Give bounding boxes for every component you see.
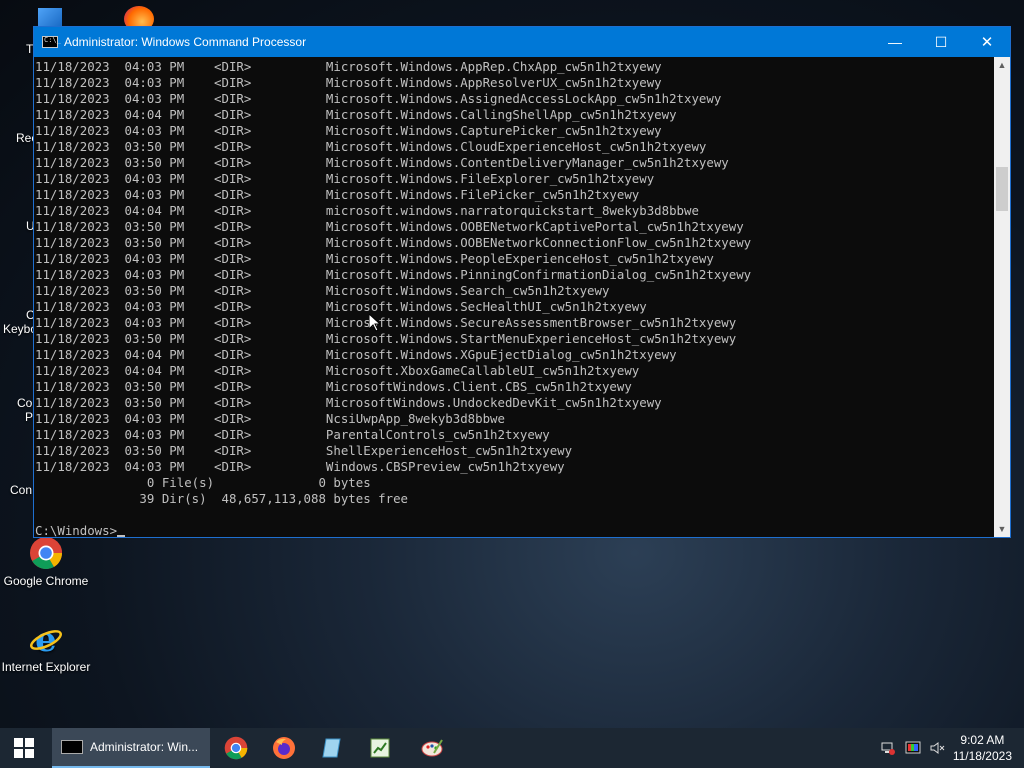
maximize-button[interactable]: ☐ — [918, 27, 964, 57]
console-line: 11/18/2023 04:03 PM <DIR> Microsoft.Wind… — [35, 315, 737, 330]
console-line: 11/18/2023 04:03 PM <DIR> Microsoft.Wind… — [35, 123, 662, 138]
desktop-label-partial: Keybo — [3, 322, 38, 336]
tray-network-icon[interactable] — [878, 728, 898, 768]
internet-explorer-icon: e — [29, 620, 63, 660]
console-line: 11/18/2023 04:03 PM <DIR> Windows.CBSPre… — [35, 459, 565, 474]
start-button[interactable] — [0, 728, 48, 768]
console-output[interactable]: 11/18/2023 04:03 PM <DIR> Microsoft.Wind… — [34, 57, 994, 537]
chrome-icon — [29, 536, 63, 570]
taskbar-item-cmd[interactable]: Administrator: Win... — [52, 728, 210, 768]
desktop-label-partial: P — [25, 410, 34, 424]
console-line: 11/18/2023 03:50 PM <DIR> ShellExperienc… — [35, 443, 573, 458]
console-line: 11/18/2023 04:03 PM <DIR> Microsoft.Wind… — [35, 251, 714, 266]
console-line: 11/18/2023 04:03 PM <DIR> NcsiUwpApp_8we… — [35, 411, 505, 426]
taskbar-pin-chrome[interactable] — [212, 728, 260, 768]
minimize-button[interactable]: — — [872, 27, 918, 57]
vertical-scrollbar[interactable]: ▲ ▼ — [994, 57, 1010, 537]
paint-icon — [421, 739, 443, 757]
console-line: 11/18/2023 04:03 PM <DIR> Microsoft.Wind… — [35, 59, 662, 74]
taskbar-pin-notepad-plus-plus[interactable] — [308, 728, 356, 768]
desktop-icon-label: Google Chrome — [3, 574, 89, 588]
desktop-icon-internet-explorer[interactable]: e Internet Explorer — [0, 620, 92, 674]
console-line: 11/18/2023 04:04 PM <DIR> Microsoft.Wind… — [35, 107, 677, 122]
clock-time: 9:02 AM — [960, 733, 1005, 747]
desktop-label-partial: Co — [17, 396, 33, 410]
spreadsheet-icon — [370, 738, 390, 758]
console-line: 11/18/2023 04:04 PM <DIR> Microsoft.Wind… — [35, 347, 677, 362]
taskbar-pin-spreadsheet[interactable] — [356, 728, 404, 768]
desktop-icon-chrome[interactable]: Google Chrome — [0, 536, 92, 588]
console-line: 39 Dir(s) 48,657,113,088 bytes free — [35, 491, 408, 506]
console-line: 11/18/2023 04:03 PM <DIR> Microsoft.Wind… — [35, 91, 722, 106]
close-button[interactable]: ✕ — [964, 27, 1010, 57]
scroll-down-arrow-icon[interactable]: ▼ — [994, 521, 1010, 537]
console-prompt-line: C:\Windows> — [35, 523, 118, 537]
taskbar-item-label: Administrator: Win... — [90, 740, 199, 754]
scrollbar-thumb[interactable] — [996, 167, 1008, 211]
windows-logo-icon — [14, 738, 34, 758]
console-line: 11/18/2023 03:50 PM <DIR> Microsoft.Wind… — [35, 139, 707, 154]
console-line: 0 File(s) 0 bytes — [35, 475, 371, 490]
console-line: 11/18/2023 03:50 PM <DIR> Microsoft.Wind… — [35, 283, 610, 298]
console-line: 11/18/2023 03:50 PM <DIR> Microsoft.Wind… — [35, 235, 752, 250]
console-line: 11/18/2023 04:04 PM <DIR> Microsoft.Xbox… — [35, 363, 640, 378]
notepad-plus-plus-icon — [322, 738, 341, 758]
console-line: 11/18/2023 03:50 PM <DIR> MicrosoftWindo… — [35, 395, 662, 410]
network-disconnected-icon — [881, 742, 895, 755]
console-line: 11/18/2023 04:03 PM <DIR> ParentalContro… — [35, 427, 550, 442]
tray-display-icon[interactable] — [903, 728, 923, 768]
cmd-icon — [42, 36, 61, 48]
console-line: 11/18/2023 03:50 PM <DIR> Microsoft.Wind… — [35, 331, 737, 346]
taskbar: Administrator: Win... 9:02 AM 11/18/2023 — [0, 728, 1024, 768]
taskbar-pin-firefox[interactable] — [260, 728, 308, 768]
desktop-icon-label: Internet Explorer — [1, 660, 91, 674]
window-titlebar[interactable]: Administrator: Windows Command Processor… — [34, 27, 1010, 57]
firefox-icon — [273, 737, 295, 759]
cmd-window[interactable]: Administrator: Windows Command Processor… — [33, 26, 1011, 538]
console-line: 11/18/2023 04:03 PM <DIR> Microsoft.Wind… — [35, 171, 655, 186]
window-title: Administrator: Windows Command Processor — [64, 35, 307, 49]
mouse-pointer-icon — [369, 314, 381, 332]
console-line: 11/18/2023 04:03 PM <DIR> Microsoft.Wind… — [35, 75, 662, 90]
display-color-icon — [905, 741, 921, 754]
chrome-icon — [224, 736, 248, 760]
clock-date: 11/18/2023 — [952, 749, 1012, 763]
desktop-label-partial: Con — [10, 483, 33, 497]
console-line: 11/18/2023 03:50 PM <DIR> Microsoft.Wind… — [35, 155, 729, 170]
taskbar-clock[interactable]: 9:02 AM 11/18/2023 — [953, 732, 1012, 764]
console-line: 11/18/2023 04:03 PM <DIR> Microsoft.Wind… — [35, 187, 640, 202]
console-line: 11/18/2023 04:04 PM <DIR> microsoft.wind… — [35, 203, 699, 218]
volume-muted-icon — [930, 742, 945, 754]
console-text: 11/18/2023 04:03 PM <DIR> Microsoft.Wind… — [34, 57, 994, 537]
taskbar-pin-paint[interactable] — [408, 728, 456, 768]
tray-volume-icon[interactable] — [927, 728, 947, 768]
text-cursor — [117, 535, 126, 537]
console-line: 11/18/2023 04:03 PM <DIR> Microsoft.Wind… — [35, 267, 752, 282]
console-line: 11/18/2023 03:50 PM <DIR> MicrosoftWindo… — [35, 379, 632, 394]
scroll-up-arrow-icon[interactable]: ▲ — [994, 57, 1010, 73]
cmd-icon — [61, 740, 83, 754]
console-line: 11/18/2023 04:03 PM <DIR> Microsoft.Wind… — [35, 299, 647, 314]
console-line: 11/18/2023 03:50 PM <DIR> Microsoft.Wind… — [35, 219, 744, 234]
svg-text:e: e — [35, 622, 57, 656]
